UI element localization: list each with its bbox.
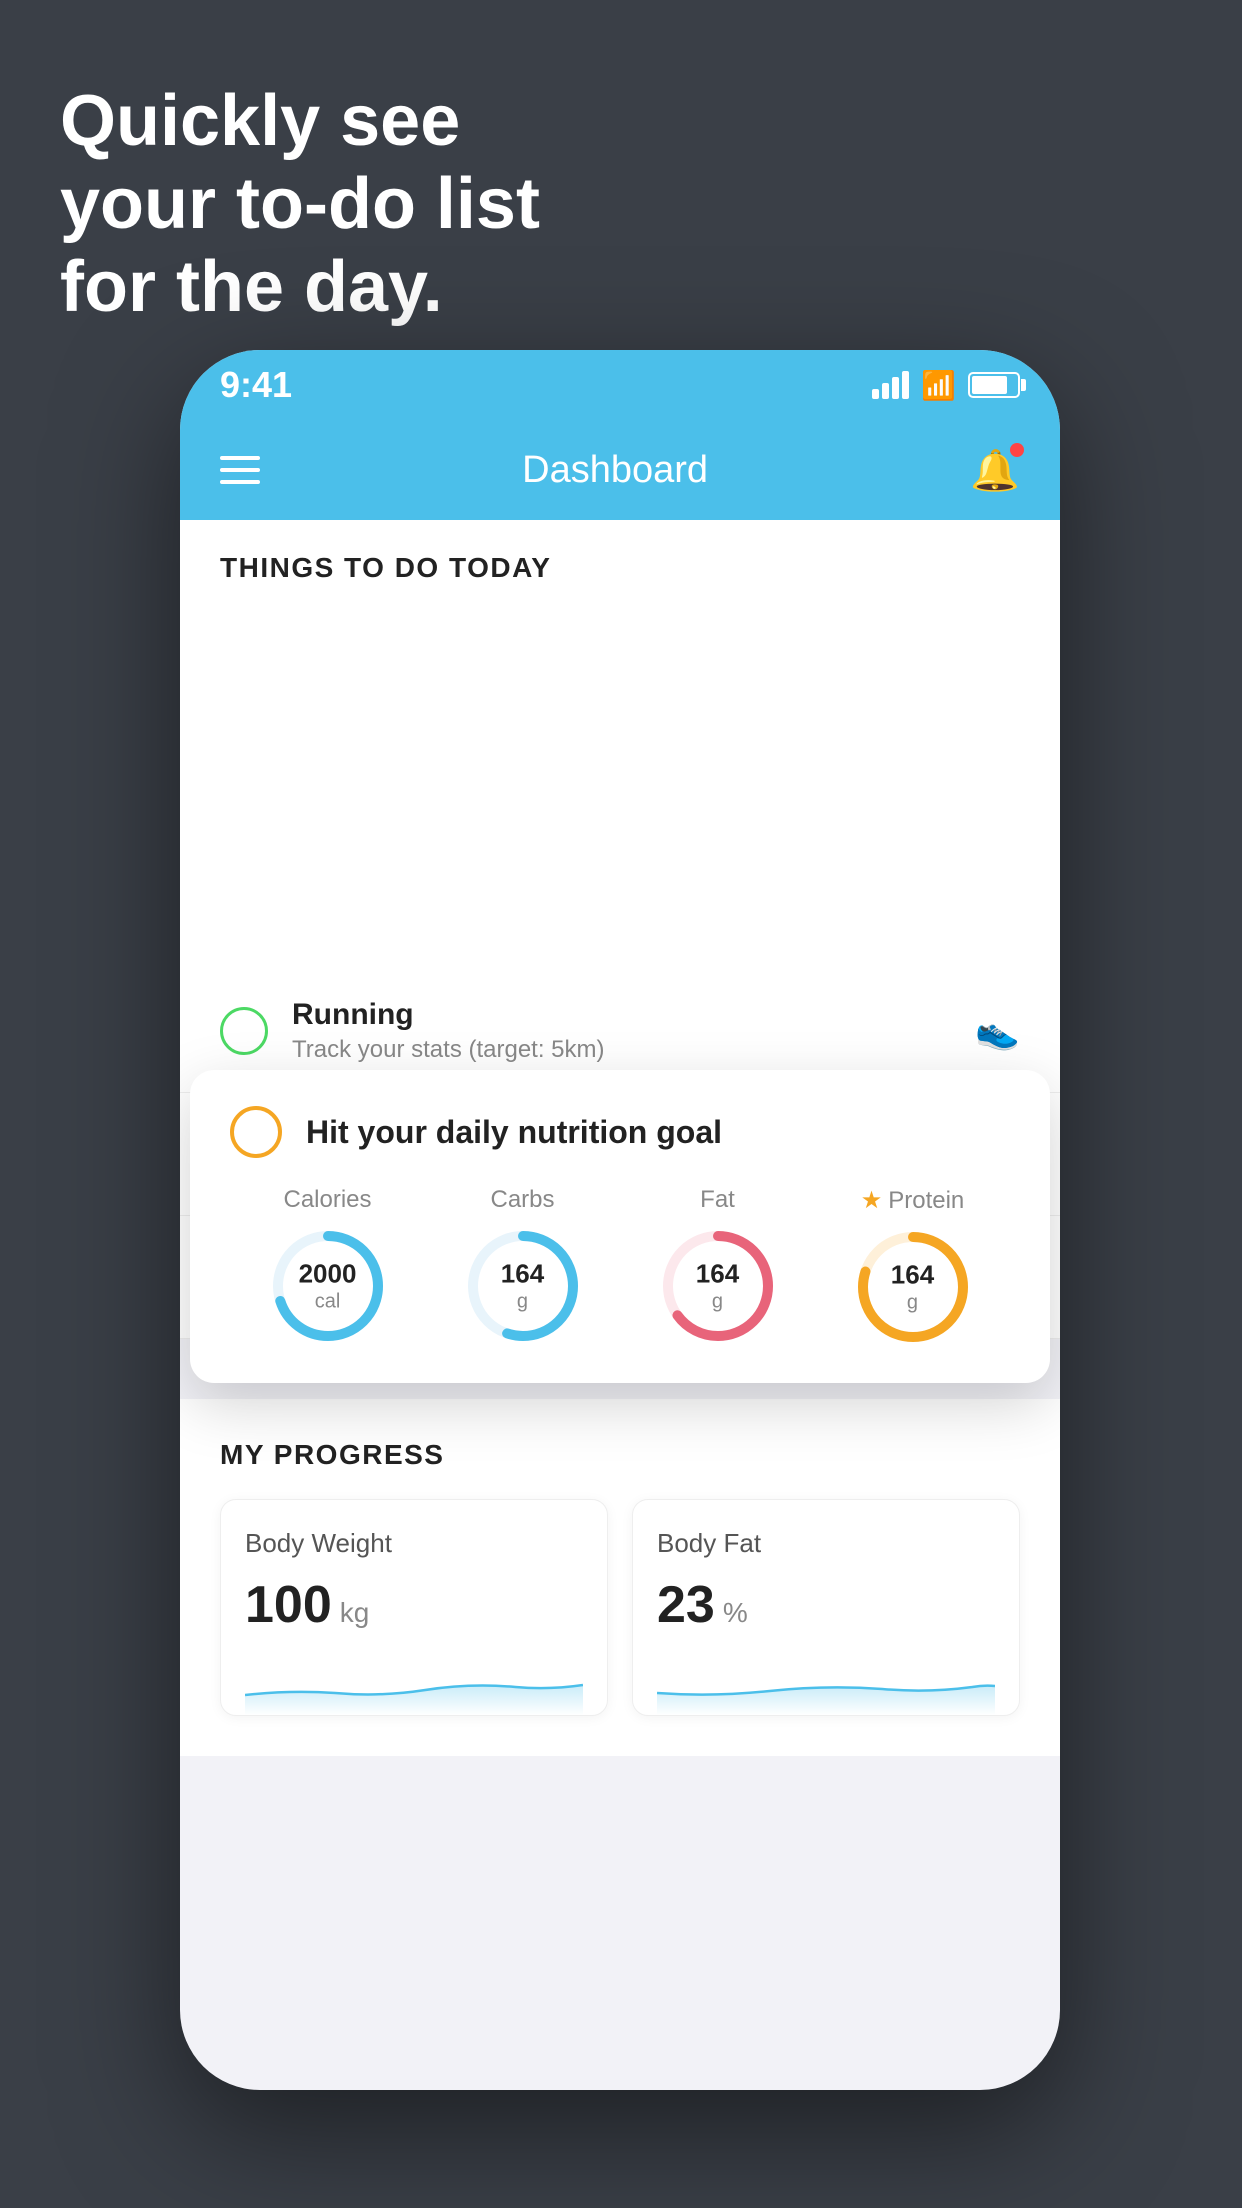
carbs-label: Carbs [490, 1186, 554, 1214]
todo-circle-running [220, 1007, 268, 1055]
carbs-value: 164 [501, 1258, 544, 1289]
protein-unit: g [907, 1292, 918, 1314]
progress-card-weight-title: Body Weight [245, 1528, 583, 1559]
progress-card-fat-title: Body Fat [657, 1528, 995, 1559]
todo-title-running: Running [292, 998, 951, 1032]
headline-line3: for the day. [60, 246, 540, 329]
todo-sub-running: Track your stats (target: 5km) [292, 1036, 951, 1064]
hamburger-menu[interactable] [220, 456, 260, 484]
progress-header: MY PROGRESS [220, 1439, 1020, 1471]
weight-number: 100 [245, 1575, 332, 1635]
nav-bar: Dashboard 🔔 [180, 420, 1060, 520]
progress-fat-value: 23 % [657, 1575, 995, 1635]
headline-line1: Quickly see [60, 80, 540, 163]
star-icon: ★ [861, 1186, 883, 1215]
progress-card-fat[interactable]: Body Fat 23 % [632, 1499, 1020, 1716]
fat-label: Fat [700, 1186, 735, 1214]
progress-weight-value: 100 kg [245, 1575, 583, 1635]
battery-icon [968, 372, 1020, 398]
weight-unit: kg [340, 1597, 370, 1629]
status-time: 9:41 [220, 364, 292, 406]
progress-grid: Body Weight 100 kg [220, 1499, 1020, 1716]
nutrition-card: Hit your daily nutrition goal Calories [190, 1070, 1050, 1383]
floating-card-container: Hit your daily nutrition goal Calories [210, 600, 1030, 940]
card-header: Hit your daily nutrition goal [230, 1106, 1010, 1158]
fat-unit: g [712, 1291, 723, 1313]
carbs-unit: g [517, 1291, 528, 1313]
protein-label: ★ Protein [861, 1186, 965, 1215]
nutrition-carbs: Carbs 164 g [463, 1186, 583, 1346]
weight-chart [245, 1655, 583, 1715]
progress-card-weight[interactable]: Body Weight 100 kg [220, 1499, 608, 1716]
running-icon: 👟 [975, 1010, 1020, 1052]
nutrition-protein: ★ Protein 164 g [853, 1186, 973, 1347]
todo-text-running: Running Track your stats (target: 5km) [292, 998, 951, 1064]
phone-mockup: 9:41 📶 Dashboard 🔔 THINGS TO DO T [180, 350, 1060, 2090]
nav-title: Dashboard [522, 449, 708, 492]
fat-unit-pct: % [723, 1597, 748, 1629]
carbs-donut: 164 g [463, 1226, 583, 1346]
wifi-icon: 📶 [921, 369, 956, 402]
fat-value: 164 [696, 1258, 739, 1289]
progress-section: MY PROGRESS Body Weight 100 kg [180, 1399, 1060, 1756]
task-circle-nutrition [230, 1106, 282, 1158]
headline-line2: your to-do list [60, 163, 540, 246]
protein-value: 164 [891, 1259, 934, 1290]
fat-number: 23 [657, 1575, 715, 1635]
main-content: THINGS TO DO TODAY Hit your daily nutrit… [180, 520, 1060, 1756]
status-icons: 📶 [872, 369, 1020, 402]
nutrition-fat: Fat 164 g [658, 1186, 778, 1346]
fat-donut: 164 g [658, 1226, 778, 1346]
calories-label: Calories [283, 1186, 371, 1214]
signal-icon [872, 371, 909, 399]
protein-donut: 164 g [853, 1227, 973, 1347]
calories-donut: 2000 cal [268, 1226, 388, 1346]
nutrition-calories: Calories 2000 cal [268, 1186, 388, 1346]
calories-unit: cal [315, 1291, 341, 1313]
nutrition-grid: Calories 2000 cal [230, 1186, 1010, 1347]
content-scroll: THINGS TO DO TODAY Hit your daily nutrit… [180, 520, 1060, 2090]
card-spacer [180, 940, 1060, 970]
calories-value: 2000 [299, 1258, 357, 1289]
nutrition-card-title: Hit your daily nutrition goal [306, 1114, 722, 1151]
things-to-do-header: THINGS TO DO TODAY [180, 520, 1060, 600]
notification-dot [1010, 443, 1024, 457]
headline: Quickly see your to-do list for the day. [60, 80, 540, 328]
notification-bell[interactable]: 🔔 [970, 447, 1020, 494]
fat-chart [657, 1655, 995, 1715]
status-bar: 9:41 📶 [180, 350, 1060, 420]
